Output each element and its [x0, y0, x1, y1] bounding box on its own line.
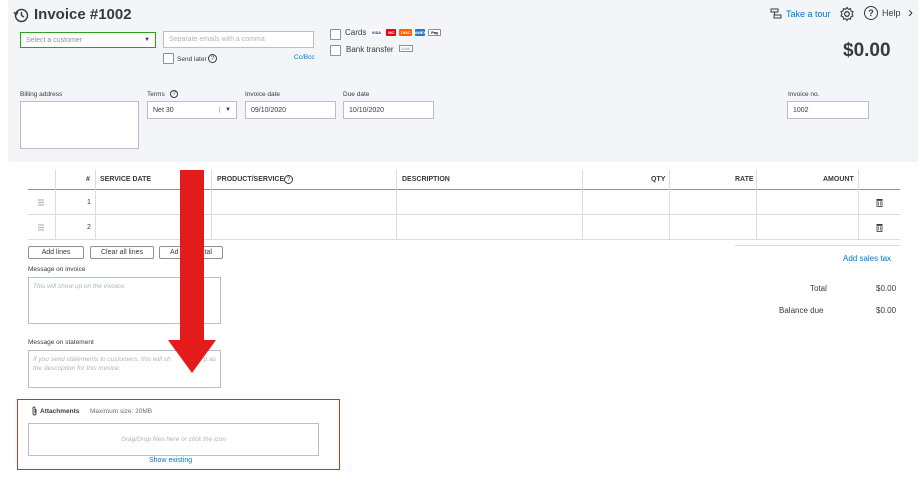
- due-date-label: Due date: [343, 91, 370, 98]
- balance-amount: $0.00: [843, 40, 891, 61]
- add-lines-button[interactable]: Add lines: [28, 246, 84, 259]
- send-later-label: Send later: [177, 56, 207, 63]
- invoice-date-input[interactable]: 09/10/2020: [245, 101, 336, 119]
- invoice-header-panel: [8, 0, 918, 162]
- discover-icon: DISC: [399, 29, 413, 36]
- due-date-input[interactable]: 10/10/2020: [343, 101, 434, 119]
- drag-handle-icon[interactable]: [38, 224, 44, 231]
- tour-icon: [770, 8, 782, 19]
- chevron-down-icon: ▼: [144, 37, 150, 43]
- visa-icon: VISA: [369, 29, 384, 36]
- invoice-date-label: Invoice date: [245, 91, 281, 98]
- col-divider: [396, 170, 397, 240]
- table-row[interactable]: 1: [28, 190, 900, 215]
- cc-bcc-link[interactable]: Cc/Bcc: [294, 54, 315, 61]
- totals-divider: [735, 245, 900, 246]
- take-tour-label: Take a tour: [786, 9, 831, 19]
- col-qty: QTY: [651, 176, 666, 183]
- message-on-statement-label: Message on statement: [28, 339, 94, 346]
- mastercard-icon: MC: [386, 29, 397, 36]
- attachments-max-size: Maximum size: 20MB: [90, 408, 153, 415]
- terms-value: Net 30: [153, 106, 174, 114]
- attachments-dropzone[interactable]: Drag/Drop files here or click the icon: [28, 423, 319, 456]
- add-sales-tax-link[interactable]: Add sales tax: [843, 254, 891, 263]
- col-divider: [582, 170, 583, 240]
- attachments-label: Attachments: [40, 408, 80, 415]
- bank-transfer-checkbox[interactable]: [330, 45, 341, 56]
- col-divider: [95, 170, 96, 240]
- trash-icon[interactable]: [876, 223, 883, 232]
- invoice-no-label: Invoice no.: [788, 91, 820, 98]
- chevron-down-icon: ▼: [219, 107, 231, 113]
- bank-transfer-label: Bank transfer: [346, 45, 394, 54]
- terms-label: Terms: [147, 91, 165, 98]
- paperclip-icon[interactable]: [31, 406, 38, 416]
- customer-select[interactable]: Select a customer ▼: [20, 32, 156, 48]
- cards-label: Cards: [345, 28, 367, 37]
- invoice-date-value: 09/10/2020: [251, 106, 287, 114]
- customer-select-placeholder: Select a customer: [26, 36, 83, 44]
- total-label: Total: [810, 284, 827, 293]
- invoice-no-value: 1002: [793, 106, 809, 114]
- product-info-icon[interactable]: ?: [284, 175, 293, 184]
- total-value: $0.00: [876, 284, 897, 293]
- bank-icon: BANK: [399, 45, 413, 52]
- col-divider: [756, 170, 757, 240]
- page-title: Invoice #1002: [34, 6, 132, 23]
- send-later-checkbox[interactable]: [163, 53, 174, 64]
- amex-icon: AMEX: [414, 29, 427, 36]
- help-label: Help: [882, 8, 901, 18]
- info-icon[interactable]: ?: [208, 54, 217, 63]
- clear-all-lines-button[interactable]: Clear all lines: [90, 246, 154, 259]
- help-button[interactable]: ? Help: [864, 6, 901, 20]
- add-subtotal-label-end: tal: [204, 249, 212, 256]
- table-header: # SERVICE DATE PRODUCT/SERVICE ? DESCRIP…: [28, 170, 900, 190]
- show-existing-link[interactable]: Show existing: [149, 457, 192, 464]
- billing-address-label: Billing address: [20, 91, 63, 98]
- invoice-no-input[interactable]: 1002: [787, 101, 869, 119]
- terms-info-icon[interactable]: ?: [170, 90, 178, 98]
- col-num: #: [86, 176, 90, 183]
- gear-icon[interactable]: [839, 6, 855, 22]
- cards-checkbox[interactable]: [330, 29, 341, 40]
- col-description: DESCRIPTION: [402, 176, 450, 183]
- drag-handle-icon[interactable]: [38, 199, 44, 206]
- col-divider: [669, 170, 670, 240]
- annotation-arrow-head: [168, 340, 216, 373]
- row-number: 2: [87, 224, 91, 231]
- take-tour-link[interactable]: Take a tour: [770, 8, 831, 20]
- message-on-invoice-label: Message on invoice: [28, 266, 86, 273]
- row-number: 1: [87, 199, 91, 206]
- col-divider: [858, 170, 859, 240]
- cards-option: Cards VISA MC DISC AMEX Pay: [345, 28, 442, 37]
- close-chevron-icon[interactable]: ›: [908, 4, 913, 21]
- add-subtotal-label-start: Ad: [170, 249, 179, 256]
- balance-due-label: Balance due: [779, 306, 824, 315]
- due-date-value: 10/10/2020: [349, 106, 385, 114]
- annotation-arrow-shaft: [180, 170, 204, 342]
- apple-pay-icon: Pay: [428, 29, 442, 36]
- col-rate: RATE: [735, 176, 754, 183]
- col-divider: [55, 170, 56, 240]
- col-amount: AMOUNT: [823, 176, 854, 183]
- history-icon[interactable]: [13, 7, 29, 23]
- email-field-placeholder: Separate emails with a comma: [169, 36, 265, 43]
- trash-icon[interactable]: [876, 198, 883, 207]
- col-product-service: PRODUCT/SERVICE: [217, 176, 285, 183]
- col-service-date: SERVICE DATE: [100, 176, 152, 183]
- col-divider: [211, 170, 212, 240]
- billing-address-input[interactable]: [20, 101, 139, 149]
- statement-placeholder-line1: If you send statements to customers, thi…: [33, 356, 171, 363]
- table-row[interactable]: 2: [28, 215, 900, 240]
- help-icon: ?: [864, 6, 878, 20]
- terms-select[interactable]: Net 30 ▼: [147, 101, 237, 119]
- email-field[interactable]: Separate emails with a comma: [163, 31, 314, 48]
- balance-due-value: $0.00: [876, 306, 897, 315]
